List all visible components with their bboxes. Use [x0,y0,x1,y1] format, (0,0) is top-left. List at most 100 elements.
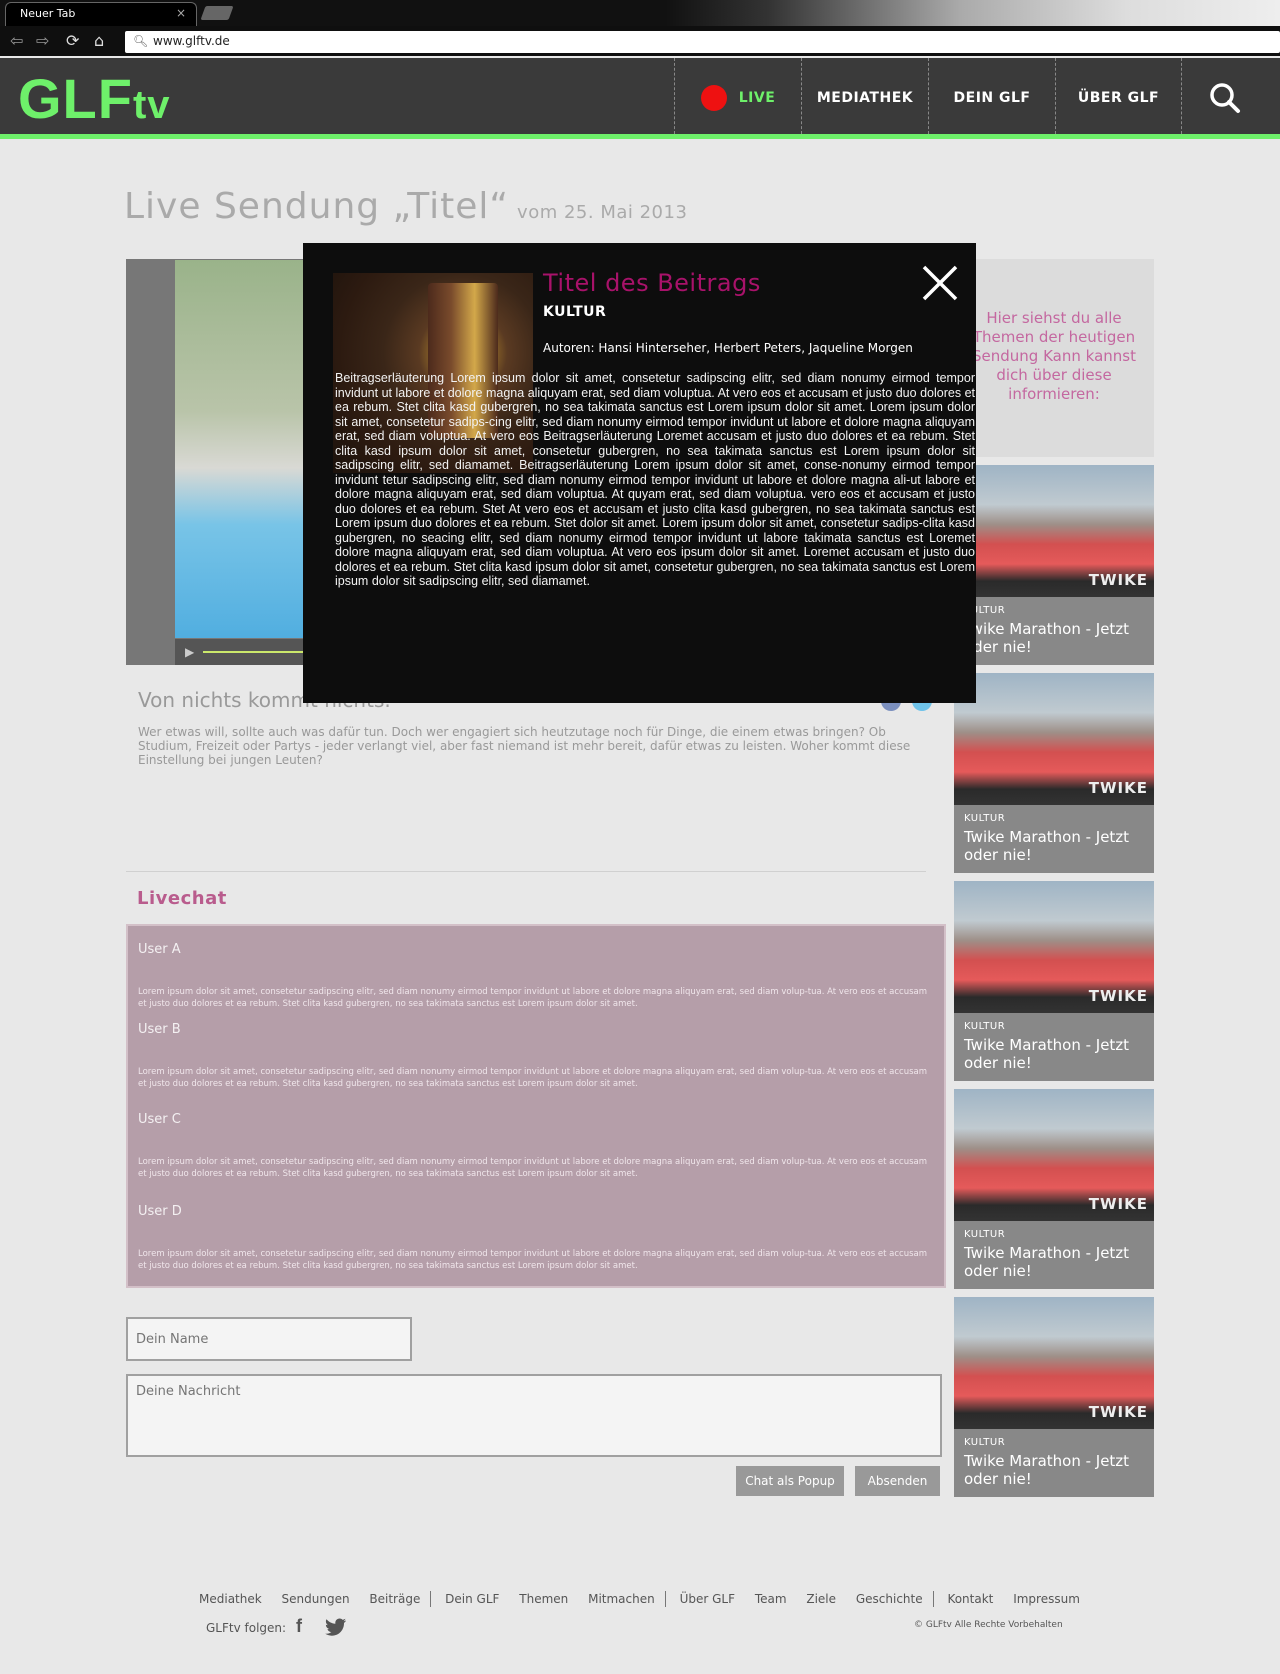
article-body: Wer etwas will, sollte auch was dafür tu… [138,725,911,767]
footer-separator [932,1591,934,1607]
teaser-category: KULTUR [964,1021,1006,1032]
chat-message: Lorem ipsum dolor sit amet, consetetur s… [138,1157,927,1179]
back-arrow-icon[interactable]: ⇦ [10,32,23,50]
nav-dein-glf[interactable]: DEIN GLF [928,58,1055,134]
footer-link[interactable]: Beiträge [369,1592,420,1606]
teaser-category: KULTUR [964,1229,1006,1240]
sidebar-info-text: Hier siehst du alle Themen der heutigen … [972,309,1136,403]
address-bar[interactable]: 🔍︎ www.glftv.de [125,31,1280,53]
forward-arrow-icon[interactable]: ⇨ [36,32,49,50]
teaser-card[interactable]: TWIKE KULTUR Twike Marathon - Jetzt oder… [954,1297,1154,1497]
header-search-button[interactable] [1181,58,1280,134]
footer-nav: Mediathek Sendungen Beiträge Dein GLF Th… [199,1591,1096,1607]
teaser-card[interactable]: TWIKE KULTUR Twike Marathon - Jetzt oder… [954,1089,1154,1289]
search-icon [1210,83,1240,113]
teaser-title: Twike Marathon - Jetzt oder nie! [964,1036,1130,1072]
footer-link[interactable]: Mitmachen [588,1592,655,1606]
chat-message: Lorem ipsum dolor sit amet, consetetur s… [138,1249,927,1271]
teaser-title: Twike Marathon - Jetzt oder nie! [964,1244,1130,1280]
chat-message: Lorem ipsum dolor sit amet, consetetur s… [138,1067,927,1089]
teaser-image: TWIKE [954,1089,1154,1221]
teaser-image: TWIKE [954,881,1154,1013]
chat-log[interactable]: User A Lorem ipsum dolor sit amet, conse… [126,924,946,1288]
modal-category: KULTUR [543,304,607,320]
footer-link[interactable]: Kontakt [947,1592,993,1606]
teaser-title: Twike Marathon - Jetzt oder nie! [964,1452,1130,1488]
chat-user-name: User B [138,1022,181,1037]
page-title-date: vom 25. Mai 2013 [517,202,688,223]
teaser-title: Twike Marathon - Jetzt oder nie! [964,828,1130,864]
logo-suffix: tv [132,83,171,127]
tab-close-icon[interactable]: × [176,6,186,20]
chat-user-name: User C [138,1112,181,1127]
browser-chrome: Neuer Tab × ⇦ ⇨ ⟳ ⌂ 🔍︎ www.glftv.de [0,0,1280,56]
chat-message: Lorem ipsum dolor sit amet, consetetur s… [138,987,927,1009]
sidebar-info-box: Hier siehst du alle Themen der heutigen … [954,259,1154,457]
divider [126,871,926,872]
send-button[interactable]: Absenden [855,1466,940,1496]
footer-link[interactable]: Geschichte [856,1592,923,1606]
browser-tab[interactable]: Neuer Tab × [5,2,197,26]
footer-link[interactable]: Impressum [1013,1592,1080,1606]
twitter-icon[interactable] [325,1618,347,1636]
nav-ueber-glf-label: ÜBER GLF [1077,90,1160,106]
teaser-category: KULTUR [964,813,1006,824]
play-icon[interactable]: ▶ [185,645,194,659]
chat-user-name: User D [138,1204,182,1219]
copyright: © GLFtv Alle Rechte Vorbehalten [914,1620,1063,1630]
teaser-card[interactable]: TWIKE KULTUR Twike Marathon - Jetzt oder… [954,465,1154,665]
close-icon[interactable] [920,263,960,303]
teaser-image-label: TWIKE [1088,987,1148,1005]
page-title-text: Live Sendung „Titel“ [124,186,510,227]
livechat-heading: Livechat [137,888,227,909]
modal-authors: Autoren: Hansi Hinterseher, Herbert Pete… [543,341,913,355]
nav-mediathek[interactable]: MEDIATHEK [801,58,928,134]
address-bar-url: www.glftv.de [153,34,230,48]
nav-live[interactable]: LIVE [674,58,801,134]
teaser-card[interactable]: TWIKE KULTUR Twike Marathon - Jetzt oder… [954,673,1154,873]
teaser-image-label: TWIKE [1088,571,1148,589]
chat-popup-button[interactable]: Chat als Popup [736,1466,844,1496]
home-icon[interactable]: ⌂ [94,32,104,50]
footer-link[interactable]: Ziele [806,1592,836,1606]
nav-ueber-glf[interactable]: ÜBER GLF [1055,58,1181,134]
teaser-title: Twike Marathon - Jetzt oder nie! [964,620,1130,656]
browser-tab-title: Neuer Tab [20,7,76,20]
footer-link[interactable]: Dein GLF [445,1592,499,1606]
teaser-card[interactable]: TWIKE KULTUR Twike Marathon - Jetzt oder… [954,881,1154,1081]
new-tab-button[interactable] [200,6,234,20]
footer-separator [664,1591,666,1607]
live-indicator-icon [700,85,727,111]
teaser-image: TWIKE [954,673,1154,805]
logo-text: GLF [18,67,133,130]
site-logo[interactable]: GLFtv [18,66,171,131]
follow-label: GLFtv folgen: [206,1621,287,1635]
modal-title: Titel des Beitrags [543,269,761,297]
footer-link[interactable]: Team [755,1592,787,1606]
chat-name-input[interactable] [126,1317,412,1361]
chat-message-input[interactable] [126,1374,942,1457]
chat-user-name: User A [138,942,181,957]
teaser-image-label: TWIKE [1088,779,1148,797]
teaser-image: TWIKE [954,1297,1154,1429]
article-modal: Titel des Beitrags KULTUR Autoren: Hansi… [303,243,976,703]
nav-mediathek-label: MEDIATHEK [816,90,914,106]
modal-body-text: Beitragserläuterung Lorem ipsum dolor si… [335,371,975,588]
modal-body: Beitragserläuterung Lorem ipsum dolor si… [335,371,975,589]
footer-link[interactable]: Über GLF [680,1592,735,1606]
footer-link[interactable]: Themen [519,1592,568,1606]
facebook-icon[interactable]: f [296,1616,302,1637]
search-icon: 🔍︎ [133,34,149,48]
reload-icon[interactable]: ⟳ [66,32,79,50]
browser-toolbar: ⇦ ⇨ ⟳ ⌂ 🔍︎ www.glftv.de [0,26,1280,56]
page-title: Live Sendung „Titel“ vom 25. Mai 2013 [124,186,687,227]
footer-link[interactable]: Mediathek [199,1592,262,1606]
nav-live-label: LIVE [738,90,776,106]
teaser-category: KULTUR [964,1437,1006,1448]
browser-tab-strip: Neuer Tab × [0,0,1280,26]
footer-link[interactable]: Sendungen [282,1592,350,1606]
teaser-image-label: TWIKE [1088,1195,1148,1213]
teaser-image: TWIKE [954,465,1154,597]
teaser-image-label: TWIKE [1088,1403,1148,1421]
footer-separator [430,1591,432,1607]
